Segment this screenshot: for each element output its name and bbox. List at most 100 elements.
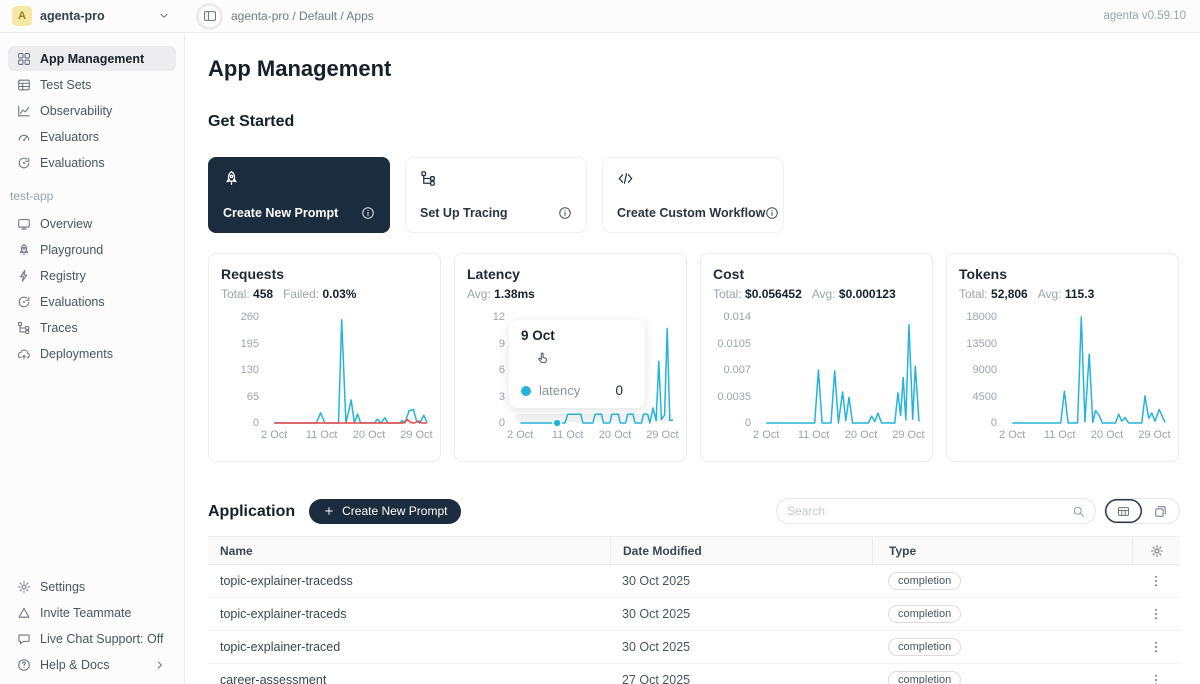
chart-card-cost: CostTotal: $0.056452Avg: $0.0001230.0140… [700, 253, 933, 462]
get-started-card-create-new-prompt[interactable]: Create New Prompt [208, 157, 390, 233]
table-row[interactable]: topic-explainer-traced30 Oct 2025complet… [208, 631, 1180, 664]
search-input[interactable] [787, 504, 1072, 518]
card-view-button[interactable] [1142, 499, 1179, 523]
app-date-modified: 30 Oct 2025 [610, 607, 872, 621]
chart-title: Cost [713, 266, 920, 282]
sidebar-item-label: Evaluations [40, 156, 105, 170]
table-view-button[interactable] [1105, 499, 1142, 523]
get-started-card-label: Create New Prompt [223, 206, 338, 220]
create-new-prompt-button[interactable]: Create New Prompt [309, 499, 461, 524]
x-tick-label: 2 Oct [507, 429, 533, 441]
column-header-name[interactable]: Name [208, 537, 610, 564]
chart-tooltip: 9 Octlatency0 [509, 320, 645, 408]
sidebar-item-invite-teammate[interactable]: Invite Teammate [8, 600, 176, 625]
column-header-date-modified[interactable]: Date Modified [610, 537, 872, 564]
chart-stats: Total: $0.056452Avg: $0.000123 [713, 287, 920, 301]
sidebar-item-label: App Management [40, 52, 144, 66]
sidebar-item-app-management[interactable]: App Management [8, 46, 176, 71]
sidebar-footer-group: Settings Invite Teammate Live Chat Support… [8, 574, 176, 678]
stat-label: Avg: [467, 287, 491, 301]
table-settings-button[interactable] [1132, 537, 1180, 564]
sidebar-item-live-chat-support-off[interactable]: Live Chat Support: Off [8, 626, 176, 651]
sidebar-item-overview[interactable]: Overview [8, 211, 176, 236]
sidebar-item-observability[interactable]: Observability [8, 98, 176, 123]
sidebar-item-label: Traces [40, 321, 78, 335]
row-menu-button[interactable] [1132, 673, 1180, 684]
info-icon[interactable] [361, 206, 375, 220]
info-icon[interactable] [765, 206, 779, 220]
sidebar-item-evaluations[interactable]: Evaluations [8, 289, 176, 314]
stat-label: Total: [959, 287, 988, 301]
sidebar-item-evaluators[interactable]: Evaluators [8, 124, 176, 149]
row-menu-button[interactable] [1132, 574, 1180, 588]
workspace-name: agenta-pro [40, 9, 105, 23]
chart-icon [17, 104, 31, 118]
app-name: career-assessment [208, 673, 610, 684]
stat-value: 0.03% [322, 287, 356, 301]
row-menu-button[interactable] [1132, 640, 1180, 654]
chart-card-latency: LatencyAvg: 1.38ms1296302 Oct11 Oct20 Oc… [454, 253, 687, 462]
x-tick-label: 11 Oct [798, 429, 830, 441]
y-axis: 129630 [467, 317, 515, 423]
question-icon [17, 658, 31, 672]
stat-label: Total: [221, 287, 250, 301]
sidebar-item-traces[interactable]: Traces [8, 315, 176, 340]
app-date-modified: 30 Oct 2025 [610, 574, 872, 588]
topbar: A agenta-pro agenta-pro / Default / Apps… [0, 0, 1200, 33]
table-row[interactable]: career-assessment27 Oct 2025completion [208, 664, 1180, 684]
sidebar-item-label: Observability [40, 104, 112, 118]
version-label: agenta v0.59.10 [1104, 10, 1187, 22]
get-started-card-set-up-tracing[interactable]: Set Up Tracing [405, 157, 587, 233]
series-dot [521, 386, 531, 396]
sidebar-item-help-docs[interactable]: Help & Docs [8, 652, 176, 677]
sidebar: App Management Test Sets Observability Eval… [0, 34, 185, 684]
gear-icon [1150, 544, 1164, 558]
table-row[interactable]: topic-explainer-tracedss30 Oct 2025compl… [208, 565, 1180, 598]
get-started-card-create-custom-workflow[interactable]: Create Custom Workflow [602, 157, 784, 233]
stat-value: 52,806 [991, 287, 1028, 301]
breadcrumb[interactable]: agenta-pro / Default / Apps [231, 9, 374, 23]
row-menu-button[interactable] [1132, 607, 1180, 621]
search-icon[interactable] [1072, 505, 1085, 518]
workspace-switcher[interactable]: A agenta-pro [0, 0, 185, 32]
refresh-icon [17, 295, 31, 309]
stat-label: Total: [713, 287, 742, 301]
get-started-heading: Get Started [208, 112, 1180, 131]
x-tick-label: 29 Oct [400, 429, 432, 441]
page-title: App Management [208, 55, 1180, 82]
cloud-icon [17, 347, 31, 361]
get-started-cards: Create New Prompt Set Up TracingCreate Cu… [208, 157, 1180, 233]
rocket-icon [17, 243, 31, 257]
info-icon[interactable] [558, 206, 572, 220]
sidebar-item-evaluations[interactable]: Evaluations [8, 150, 176, 175]
plus-icon [323, 505, 335, 517]
sidebar-item-label: Registry [40, 269, 86, 283]
dots-vertical-icon [1149, 640, 1163, 654]
rocket-icon [223, 170, 240, 187]
sidebar-item-registry[interactable]: Registry [8, 263, 176, 288]
table-row[interactable]: topic-explainer-traceds30 Oct 2025comple… [208, 598, 1180, 631]
tooltip-value: 0 [615, 383, 623, 398]
cursor-icon [535, 350, 552, 372]
chevron-down-icon [157, 9, 171, 23]
workspace-avatar: A [12, 6, 32, 26]
sidebar-item-label: Live Chat Support: Off [40, 632, 163, 646]
tree-icon [420, 170, 437, 187]
card-view-icon [1154, 505, 1167, 518]
sidebar-toggle-button[interactable] [196, 3, 223, 30]
stat-value: 458 [253, 287, 273, 301]
sidebar-item-deployments[interactable]: Deployments [8, 341, 176, 366]
x-tick-label: 2 Oct [999, 429, 1025, 441]
metrics-charts: RequestsTotal: 458Failed: 0.03%260195130… [208, 253, 1180, 462]
x-axis: 2 Oct11 Oct20 Oct29 Oct [515, 429, 673, 442]
sidebar-item-label: Playground [40, 243, 103, 257]
app-name: topic-explainer-tracedss [208, 574, 610, 588]
chart-title: Latency [467, 266, 674, 282]
x-tick-label: 29 Oct [646, 429, 678, 441]
sidebar-item-label: Settings [40, 580, 85, 594]
stat-value: 115.3 [1065, 287, 1094, 301]
sidebar-item-settings[interactable]: Settings [8, 574, 176, 599]
column-header-type[interactable]: Type [872, 537, 1132, 564]
sidebar-item-playground[interactable]: Playground [8, 237, 176, 262]
sidebar-item-test-sets[interactable]: Test Sets [8, 72, 176, 97]
